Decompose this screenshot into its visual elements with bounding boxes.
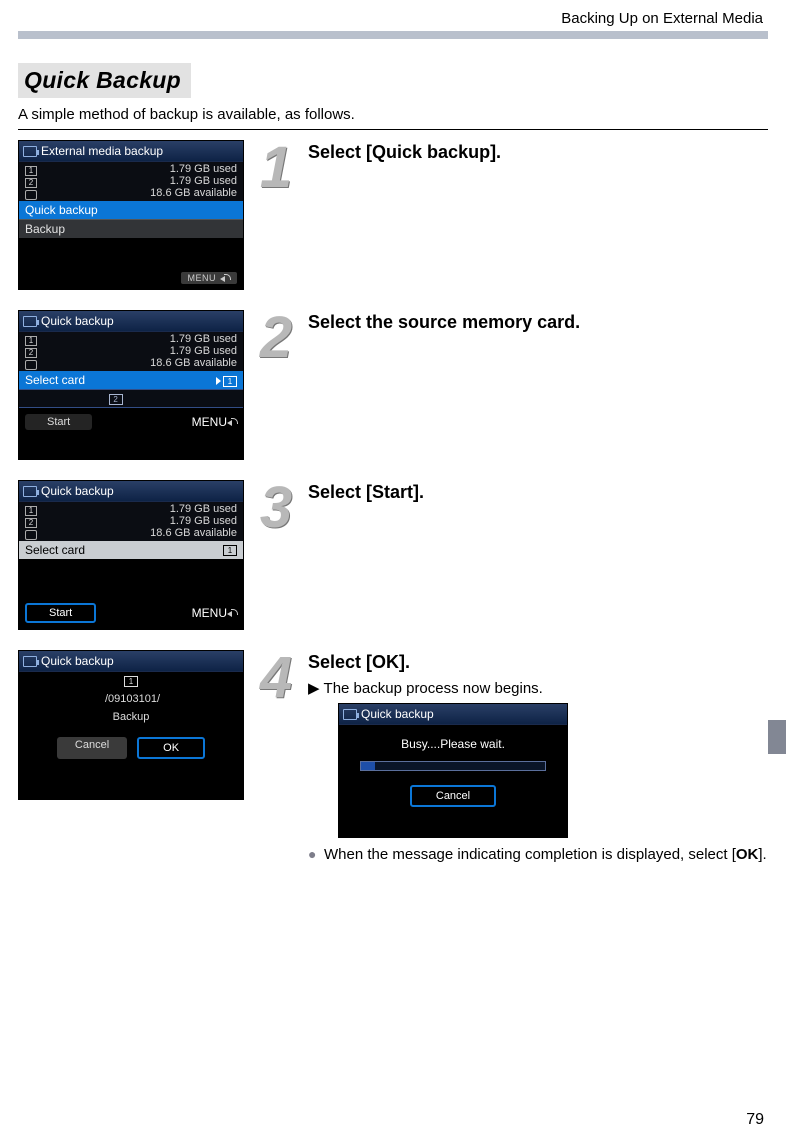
bullet-post: ]. [758,846,766,863]
screen4-title-text: Quick backup [41,654,114,668]
backup-label: Backup [113,711,150,723]
step1-screenshot: External media backup 11.79 GB used 21.7… [18,140,244,290]
bullet-pre: When the message indicating completion i… [324,846,736,863]
screen1-title: External media backup [19,141,243,162]
step1-number: 1 [244,140,308,196]
menu-back: MENU [192,415,237,429]
screen2-title-text: Quick backup [41,314,114,328]
slot1-used: 1.79 GB used [170,503,237,515]
intro-text: A simple method of backup is available, … [18,106,768,123]
busy-text: Busy....Please wait. [401,737,505,751]
start-button: Start [25,414,92,430]
step-1: External media backup 11.79 GB used 21.7… [18,140,768,290]
step-3: Quick backup 11.79 GB used 21.79 GB used… [18,480,768,630]
screen1-title-text: External media backup [41,144,163,158]
arrow-icon: ▶ [308,680,320,697]
slot1-used: 1.79 GB used [170,163,237,175]
step4-number: 4 [244,650,308,706]
step1-heading: Select [Quick backup]. [308,142,768,163]
step3-heading: Select [Start]. [308,482,768,503]
menu-back: MENU [181,272,238,284]
bullet-icon: ● [308,846,324,863]
section-divider [18,129,768,130]
screen4-title: Quick backup [19,651,243,672]
media-icon [23,146,37,157]
select-card-row: Select card 1 [19,541,243,559]
slot2-used: 1.79 GB used [170,345,237,357]
step2-heading: Select the source memory card. [308,312,768,333]
slot2-used: 1.79 GB used [170,175,237,187]
media-icon [23,656,37,667]
media-icon [343,709,357,720]
step4-heading: Select [OK]. [308,652,768,673]
progress-bar [360,761,547,771]
busy-title: Quick backup [339,704,567,725]
slot1-used: 1.79 GB used [170,333,237,345]
available: 18.6 GB available [150,357,237,369]
step2-screenshot: Quick backup 11.79 GB used 21.79 GB used… [18,310,244,460]
available: 18.6 GB available [150,187,237,199]
start-button-selected: Start [25,603,96,623]
media-icon [23,486,37,497]
bullet-bold: OK [736,846,759,863]
section-title: Quick Backup [24,67,181,93]
media-icon [23,316,37,327]
step3-screenshot: Quick backup 11.79 GB used 21.79 GB used… [18,480,244,630]
step4-bullet: ● When the message indicating completion… [308,846,768,863]
step-2: Quick backup 11.79 GB used 21.79 GB used… [18,310,768,460]
step4-screenshot: Quick backup 1 /09103101/ Backup Cancel … [18,650,244,800]
section-title-bg: Quick Backup [18,63,191,98]
step4-sub: ▶The backup process now begins. [308,679,768,697]
quick-backup-item: Quick backup [19,201,243,219]
screen3-title: Quick backup [19,481,243,502]
busy-cancel-button: Cancel [410,785,496,807]
ok-button: OK [137,737,205,759]
side-tab [768,720,786,754]
step3-number: 3 [244,480,308,536]
header-divider [18,31,768,39]
cancel-button: Cancel [57,737,127,759]
page-header: Backing Up on External Media [18,10,763,27]
busy-screenshot: Quick backup Busy....Please wait. Cancel [338,703,568,838]
step-4: Quick backup 1 /09103101/ Backup Cancel … [18,650,768,863]
slot2-used: 1.79 GB used [170,515,237,527]
page-number: 79 [746,1111,764,1129]
busy-title-text: Quick backup [361,707,434,721]
screen3-title-text: Quick backup [41,484,114,498]
backup-item: Backup [19,219,243,238]
menu-back: MENU [192,606,237,620]
available: 18.6 GB available [150,527,237,539]
backup-path: /09103101/ [102,693,160,705]
step2-number: 2 [244,310,308,366]
select-card-row: Select card 1 [19,371,243,389]
screen2-title: Quick backup [19,311,243,332]
